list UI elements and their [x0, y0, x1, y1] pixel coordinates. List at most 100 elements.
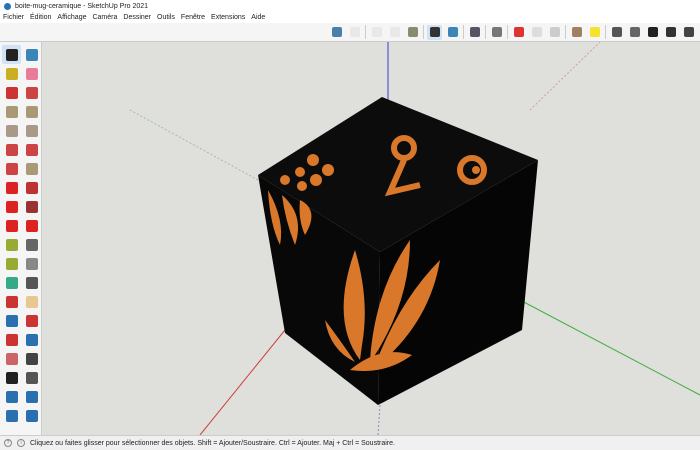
polygon-button[interactable]	[22, 121, 41, 140]
garage-button[interactable]	[663, 25, 678, 40]
pie-button[interactable]	[22, 140, 41, 159]
iso-view-button[interactable]	[329, 25, 344, 40]
model-canvas[interactable]	[42, 42, 700, 435]
sandbox-from-contours-button[interactable]	[2, 387, 21, 406]
info-icon[interactable]: i	[17, 439, 25, 447]
circle-button[interactable]	[2, 121, 21, 140]
geolocation-icon[interactable]: ?	[4, 439, 12, 447]
look-around-button[interactable]	[22, 349, 41, 368]
follow-me-icon	[26, 201, 38, 213]
dimension-button[interactable]	[22, 235, 41, 254]
walk-button[interactable]	[2, 368, 21, 387]
arc-button[interactable]	[2, 140, 21, 159]
tape-measure-button[interactable]	[2, 235, 21, 254]
previous-view-icon	[26, 334, 38, 346]
line-icon	[6, 87, 18, 99]
sandbox-smoove-button[interactable]	[22, 387, 41, 406]
paint-bucket-button[interactable]	[2, 64, 21, 83]
cube[interactable]	[258, 97, 538, 405]
right-view-icon	[390, 27, 400, 37]
zoom-extents-button[interactable]	[2, 330, 21, 349]
3d-viewport[interactable]	[42, 42, 700, 435]
front-view-button[interactable]	[369, 25, 384, 40]
menu-6[interactable]: Fenêtre	[181, 14, 205, 21]
right-view-button[interactable]	[387, 25, 402, 40]
scale-icon	[6, 220, 18, 232]
toolbar-separator	[485, 25, 486, 39]
scale-button[interactable]	[2, 216, 21, 235]
top-view-button[interactable]	[347, 25, 362, 40]
3d-text-icon	[26, 277, 38, 289]
move-button[interactable]	[2, 178, 21, 197]
3d-text-button[interactable]	[22, 273, 41, 292]
sketchup-logo-icon	[4, 3, 11, 10]
section-plane-icon	[26, 372, 38, 384]
menu-0[interactable]: Fichier	[3, 14, 24, 21]
circle-icon	[6, 125, 18, 137]
previous-view-button[interactable]	[22, 330, 41, 349]
section-button[interactable]	[489, 25, 504, 40]
measure-button[interactable]	[547, 25, 562, 40]
house-outline-button[interactable]	[681, 25, 696, 40]
make-component-button[interactable]	[22, 45, 41, 64]
zoom-window-icon	[26, 315, 38, 327]
zoom-button[interactable]	[2, 311, 21, 330]
follow-me-button[interactable]	[22, 197, 41, 216]
pan-button[interactable]	[22, 292, 41, 311]
toolbar-separator	[423, 25, 424, 39]
menu-7[interactable]: Extensions	[211, 14, 245, 21]
home-icon	[648, 27, 658, 37]
orbit-button[interactable]	[2, 292, 21, 311]
materials-button[interactable]	[511, 25, 526, 40]
home-button[interactable]	[645, 25, 660, 40]
lightbulb-icon	[590, 27, 600, 37]
back-view-button[interactable]	[405, 25, 420, 40]
extension-warehouse-button[interactable]	[609, 25, 624, 40]
settings-button[interactable]	[529, 25, 544, 40]
offset-icon	[26, 220, 38, 232]
push-pull-button[interactable]	[22, 178, 41, 197]
eraser-button[interactable]	[22, 64, 41, 83]
line-button[interactable]	[2, 83, 21, 102]
arc-3pt-button[interactable]	[2, 159, 21, 178]
move-icon	[6, 182, 18, 194]
axes-icon	[6, 277, 18, 289]
position-camera-button[interactable]	[2, 349, 21, 368]
two-point-arc-button[interactable]	[22, 159, 41, 178]
menu-8[interactable]: Aide	[251, 14, 265, 21]
protractor-button[interactable]	[2, 254, 21, 273]
rotate-button[interactable]	[2, 197, 21, 216]
sandbox-drape-icon	[26, 410, 38, 422]
rotated-rectangle-button[interactable]	[22, 102, 41, 121]
warehouse-button[interactable]	[569, 25, 584, 40]
menu-5[interactable]: Outils	[157, 14, 175, 21]
freehand-button[interactable]	[22, 83, 41, 102]
sandbox-drape-button[interactable]	[22, 406, 41, 425]
section-plane-button[interactable]	[22, 368, 41, 387]
select-button[interactable]	[2, 45, 21, 64]
sandbox-smoove-icon	[26, 391, 38, 403]
menu-3[interactable]: Caméra	[92, 14, 117, 21]
rectangle-button[interactable]	[2, 102, 21, 121]
tape-measure-icon	[6, 239, 18, 251]
menu-1[interactable]: Édition	[30, 14, 51, 21]
sandbox-stamp-button[interactable]	[2, 406, 21, 425]
textured-style-button[interactable]	[445, 25, 460, 40]
pan-icon	[26, 296, 38, 308]
garage-icon	[666, 27, 676, 37]
layout-button[interactable]	[627, 25, 642, 40]
two-point-arc-icon	[26, 163, 38, 175]
menu-2[interactable]: Affichage	[57, 14, 86, 21]
shaded-style-button[interactable]	[427, 25, 442, 40]
text-button[interactable]	[22, 254, 41, 273]
lightbulb-button[interactable]	[587, 25, 602, 40]
toolbar-separator	[507, 25, 508, 39]
rectangle-icon	[6, 106, 18, 118]
zoom-window-button[interactable]	[22, 311, 41, 330]
axes-button[interactable]	[2, 273, 21, 292]
menu-4[interactable]: Dessiner	[123, 14, 151, 21]
components-button[interactable]	[467, 25, 482, 40]
house-outline-icon	[684, 27, 694, 37]
polygon-icon	[26, 125, 38, 137]
offset-button[interactable]	[22, 216, 41, 235]
